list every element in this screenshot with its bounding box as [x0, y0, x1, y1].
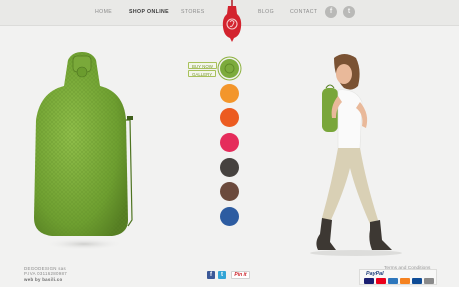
paypal-icon: PayPal	[366, 271, 384, 277]
paypal-payment-badge: PayPal	[359, 269, 437, 285]
amex-card-icon	[388, 278, 398, 284]
color-swatch-brown[interactable]	[220, 182, 239, 201]
color-swatch-blue[interactable]	[220, 207, 239, 226]
postepay-card-icon	[412, 278, 422, 284]
nav-stores-link[interactable]: STORES	[181, 9, 205, 15]
company-vat: P.IVA 03116280987	[24, 271, 67, 276]
brand-logo-tag[interactable]	[221, 0, 243, 42]
color-swatch-dark-grey[interactable]	[220, 158, 239, 177]
web-credit-link[interactable]: web by basili.co	[24, 277, 62, 282]
color-swatch-red-orange[interactable]	[220, 108, 239, 127]
visa-card-icon	[364, 278, 374, 284]
nav-home-link[interactable]: HOME	[95, 9, 112, 15]
nav-blog-link[interactable]: BLOG	[258, 9, 274, 15]
nav-contact-link[interactable]: CONTACT	[290, 9, 318, 15]
swatch-ring-icon	[224, 63, 235, 74]
hot-water-bag-image	[34, 52, 133, 250]
gallery-button[interactable]: GALLERY	[188, 70, 217, 77]
twitter-icon[interactable]: t	[343, 6, 355, 18]
color-swatch-pink[interactable]	[220, 133, 239, 152]
twitter-share-icon[interactable]: t	[218, 271, 226, 279]
color-swatch-orange[interactable]	[220, 84, 239, 103]
facebook-icon[interactable]: f	[325, 6, 337, 18]
color-swatch-green[interactable]	[220, 59, 239, 78]
pinit-button[interactable]: Pin it	[231, 271, 250, 279]
nav-shop-online-link[interactable]: SHOP ONLINE	[129, 9, 169, 15]
mastercard-card-icon	[376, 278, 386, 284]
model-photo	[310, 54, 402, 256]
discover-card-icon	[400, 278, 410, 284]
facebook-share-icon[interactable]: f	[207, 271, 215, 279]
bank-card-icon	[424, 278, 434, 284]
buy-now-button[interactable]: BUY NOW	[188, 62, 217, 69]
